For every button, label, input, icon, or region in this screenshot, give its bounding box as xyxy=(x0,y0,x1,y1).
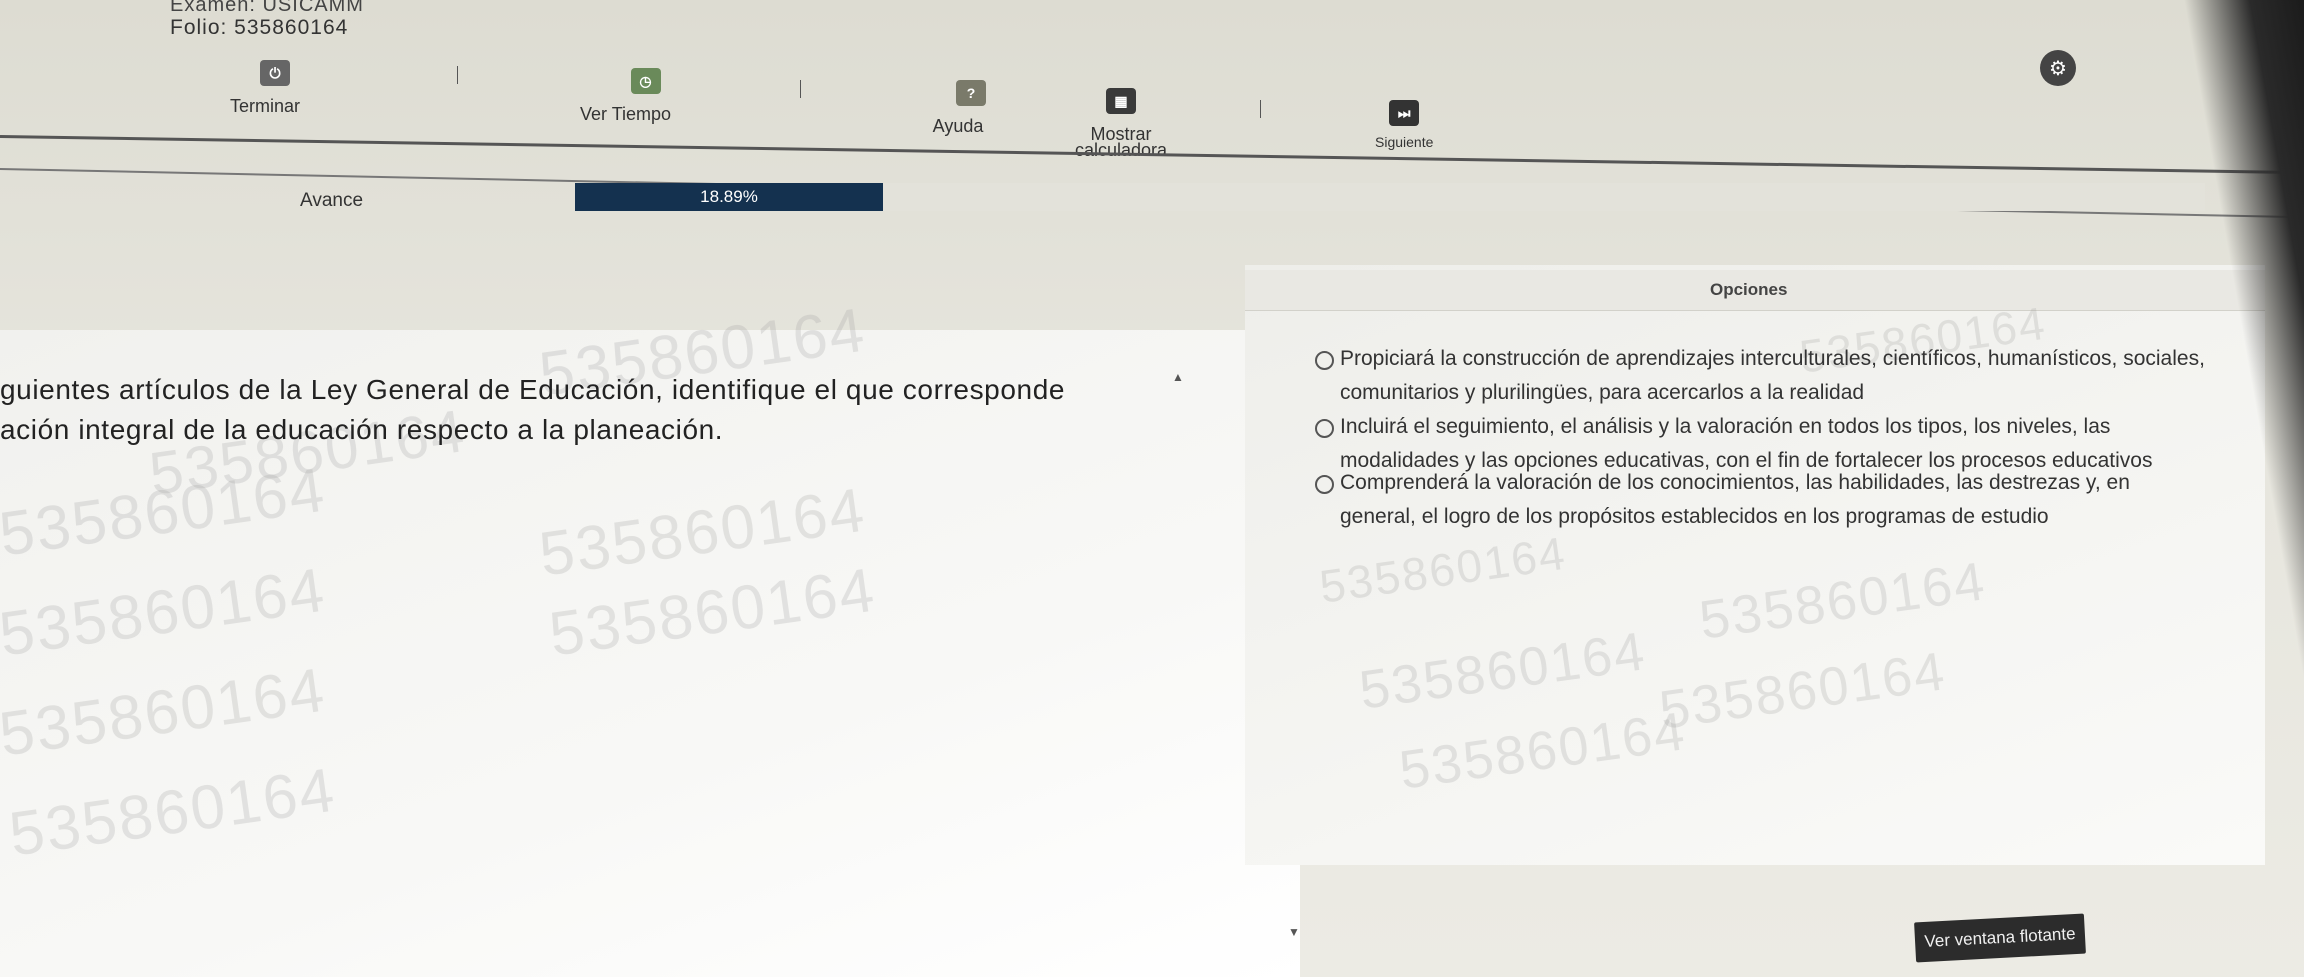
question-text: guientes artículos de la Ley General de … xyxy=(0,370,1200,450)
gear-icon[interactable]: ⚙ xyxy=(2040,50,2076,86)
ayuda-button[interactable]: ? Ayuda xyxy=(930,80,986,136)
toolbar-separator xyxy=(457,66,458,84)
progress-label: Avance xyxy=(300,190,364,211)
option-text: Propiciará la construcción de aprendizaj… xyxy=(1340,347,2205,404)
calculator-icon: ▦ xyxy=(1106,88,1137,114)
clock-icon: ◷ xyxy=(630,68,661,94)
option-text: Comprenderá la valoración de los conocim… xyxy=(1340,471,2130,528)
terminar-button[interactable]: ⏻ Terminar xyxy=(230,60,301,116)
floating-window-button[interactable]: Ver ventana flotante xyxy=(1914,913,2086,963)
next-icon: ⏭ xyxy=(1389,100,1420,126)
folio-number: Folio: 535860164 xyxy=(170,16,349,39)
mostrar-calculadora-button[interactable]: ▦ Mostrar calculadora xyxy=(1075,88,1168,160)
toolbar-separator xyxy=(1260,100,1261,118)
help-icon: ? xyxy=(956,80,986,106)
option-item[interactable]: Propiciará la construcción de aprendizaj… xyxy=(1315,342,2210,410)
ver-tiempo-label: Ver Tiempo xyxy=(580,104,672,124)
option-item[interactable]: Comprenderá la valoración de los conocim… xyxy=(1315,466,2210,534)
exam-header: Examen: USICAMM Folio: 535860164 ⏻ Termi… xyxy=(0,0,2304,219)
terminar-label: Terminar xyxy=(230,96,301,116)
scroll-up-icon[interactable]: ▲ xyxy=(1172,370,1184,384)
ayuda-label: Ayuda xyxy=(932,116,984,136)
progress-value: 18.89% xyxy=(700,187,758,206)
option-radio[interactable] xyxy=(1315,475,1334,494)
scroll-down-icon[interactable]: ▼ xyxy=(1288,925,1300,939)
calculadora-label-line2: calculadora xyxy=(1075,140,1168,160)
question-line: guientes artículos de la Ley General de … xyxy=(0,374,1066,405)
exam-name: Examen: USICAMM xyxy=(170,0,364,16)
power-icon: ⏻ xyxy=(260,60,290,86)
exam-page: Examen: USICAMM Folio: 535860164 ⏻ Termi… xyxy=(0,0,2304,977)
toolbar-separator xyxy=(800,80,801,98)
options-title: Opciones xyxy=(1710,280,1788,299)
question-line: ación integral de la educación respecto … xyxy=(0,414,724,445)
option-radio[interactable] xyxy=(1315,351,1334,370)
siguiente-label: Siguiente xyxy=(1375,134,1434,150)
ver-tiempo-button[interactable]: ◷ Ver Tiempo xyxy=(580,68,672,124)
siguiente-button[interactable]: ⏭ Siguiente xyxy=(1375,100,1433,150)
option-radio[interactable] xyxy=(1315,419,1334,438)
progress-bar: 18.89% xyxy=(575,183,2205,211)
